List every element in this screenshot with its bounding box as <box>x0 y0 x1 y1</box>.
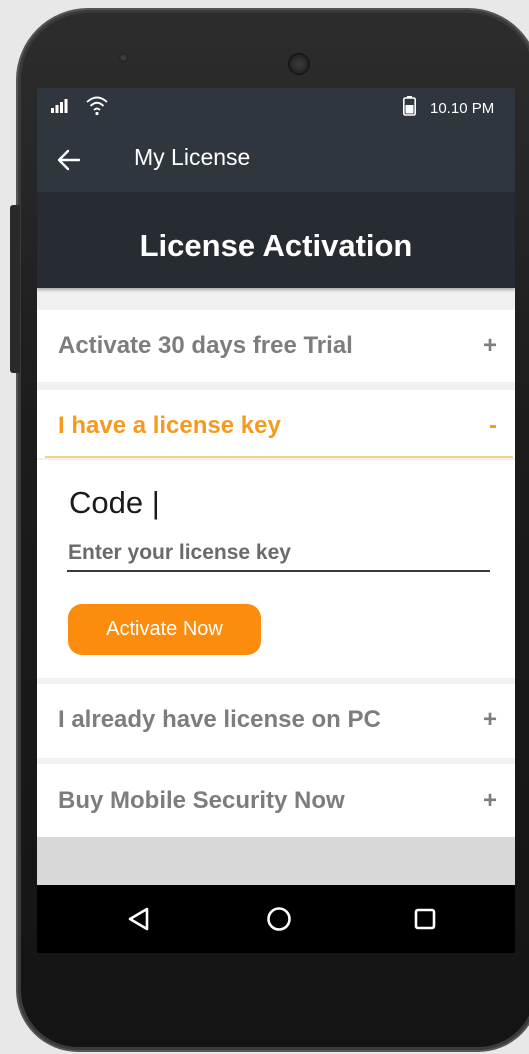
accordion-item-trial[interactable]: Activate 30 days free Trial + <box>37 310 515 382</box>
collapse-minus-icon: - <box>489 412 497 439</box>
status-bar: 10.10 PM <box>37 88 515 128</box>
navigation-bar <box>37 885 515 953</box>
battery-icon <box>403 96 416 116</box>
pc-license-label: I already have license on PC <box>58 706 381 733</box>
trial-label: Activate 30 days free Trial <box>58 332 353 359</box>
activate-now-button[interactable]: Activate Now <box>68 604 261 655</box>
header-band: License Activation <box>37 192 515 288</box>
nav-home-icon[interactable] <box>259 899 299 939</box>
buy-label: Buy Mobile Security Now <box>58 787 345 814</box>
app-bar: My License <box>37 128 515 192</box>
accordion-item-pc-license[interactable]: I already have license on PC + <box>37 684 515 758</box>
nav-recent-icon[interactable] <box>405 899 445 939</box>
accordion-item-license-key[interactable]: I have a license key - <box>37 390 515 458</box>
code-label: Code | <box>69 485 160 520</box>
license-key-input[interactable] <box>67 536 490 572</box>
page-title: License Activation <box>139 228 413 263</box>
status-time: 10.10 PM <box>430 100 495 117</box>
signal-icon <box>51 99 68 113</box>
app-title: My License <box>134 144 251 170</box>
accordion-item-buy[interactable]: Buy Mobile Security Now + <box>37 764 515 837</box>
empty-area <box>37 837 515 885</box>
license-key-panel: Code | Activate Now <box>37 460 515 678</box>
screen: 10.10 PM My License License Activation A… <box>37 88 515 885</box>
expand-plus-icon: + <box>483 332 498 359</box>
accent-divider <box>45 456 513 458</box>
earpiece-speaker <box>288 53 310 75</box>
back-arrow-icon[interactable] <box>55 146 83 174</box>
expand-plus-icon: + <box>483 787 498 814</box>
side-button <box>10 205 20 373</box>
expand-plus-icon: + <box>483 706 498 733</box>
proximity-sensor <box>119 53 128 62</box>
license-key-label: I have a license key <box>58 412 281 439</box>
nav-back-icon[interactable] <box>119 899 159 939</box>
wifi-icon <box>86 96 108 116</box>
